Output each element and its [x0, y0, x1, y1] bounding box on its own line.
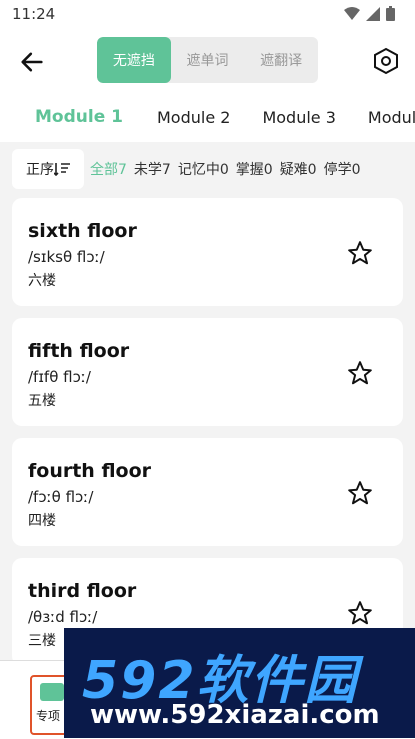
filter-all[interactable]: 全部7 — [90, 159, 127, 179]
word-phonetic: /sɪksθ flɔː/ — [28, 248, 105, 266]
word-card[interactable]: fifth floor /fɪfθ flɔː/ 五楼 — [12, 318, 403, 426]
star-icon[interactable] — [347, 240, 373, 266]
special-practice-label: 专项 — [36, 709, 61, 723]
mask-mode-segment: 无遮挡 遮单词 遮翻译 — [97, 37, 318, 83]
tab-module-3[interactable]: Module 3 — [246, 108, 351, 127]
star-icon[interactable] — [347, 480, 373, 506]
sort-icon — [54, 163, 70, 176]
segment-mask-translation[interactable]: 遮翻译 — [244, 37, 318, 83]
word-text: fifth floor — [28, 340, 130, 362]
special-practice-icon — [40, 683, 64, 701]
word-phonetic: /θɜːd flɔː/ — [28, 608, 98, 626]
filter-mastered[interactable]: 掌握0 — [236, 159, 273, 179]
filter-memorizing[interactable]: 记忆中0 — [178, 159, 229, 179]
word-meaning: 三楼 — [28, 633, 56, 649]
word-text: sixth floor — [28, 220, 137, 242]
module-tabs: Module 1 Module 2 Module 3 Module — [0, 92, 415, 142]
sort-button[interactable]: 正序 — [12, 149, 84, 189]
watermark-url: www.592xiazai.com — [90, 700, 380, 730]
filter-stopped[interactable]: 停学0 — [324, 159, 361, 179]
star-icon[interactable] — [347, 360, 373, 386]
segment-mask-word[interactable]: 遮单词 — [171, 37, 245, 83]
status-time: 11:24 — [12, 5, 56, 23]
word-meaning: 四楼 — [28, 513, 56, 529]
watermark-banner: 592软件园 www.592xiazai.com — [64, 628, 415, 738]
status-bar: 11:24 — [0, 0, 415, 30]
header: 无遮挡 遮单词 遮翻译 — [0, 30, 415, 92]
star-icon[interactable] — [347, 600, 373, 626]
word-meaning: 五楼 — [28, 393, 56, 409]
battery-icon — [386, 6, 395, 21]
status-icons — [344, 6, 395, 21]
segment-no-mask[interactable]: 无遮挡 — [97, 37, 171, 83]
back-arrow-icon[interactable] — [18, 48, 46, 76]
wifi-icon — [344, 6, 360, 20]
sort-label: 正序 — [26, 162, 54, 178]
word-card[interactable]: sixth floor /sɪksθ flɔː/ 六楼 — [12, 198, 403, 306]
word-phonetic: /fɪfθ flɔː/ — [28, 368, 91, 386]
word-text: third floor — [28, 580, 137, 602]
filter-bar: 正序 全部7 未学7 记忆中0 掌握0 疑难0 停学0 — [12, 148, 415, 190]
filter-difficult[interactable]: 疑难0 — [280, 159, 317, 179]
filter-unlearned[interactable]: 未学7 — [134, 159, 171, 179]
signal-icon — [366, 6, 380, 21]
word-text: fourth floor — [28, 460, 151, 482]
word-meaning: 六楼 — [28, 273, 56, 289]
word-card[interactable]: fourth floor /fɔːθ flɔː/ 四楼 — [12, 438, 403, 546]
tab-module-2[interactable]: Module 2 — [141, 108, 246, 127]
tab-module-4[interactable]: Module — [352, 108, 415, 127]
word-phonetic: /fɔːθ flɔː/ — [28, 488, 94, 506]
tab-module-1[interactable]: Module 1 — [0, 107, 141, 127]
settings-hexagon-icon[interactable] — [371, 46, 401, 76]
